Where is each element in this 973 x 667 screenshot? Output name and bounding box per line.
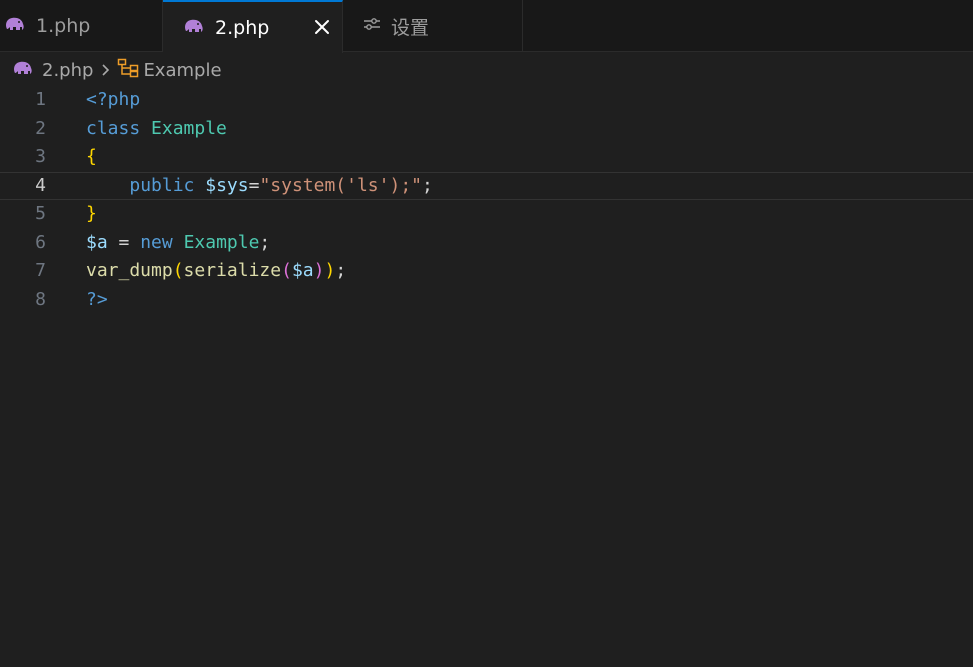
code-text: public $sys="system('ls');"; xyxy=(86,173,433,199)
code-text: { xyxy=(86,143,97,171)
code-text: ?> xyxy=(86,286,108,314)
code-token: = xyxy=(248,174,260,196)
code-token: ( xyxy=(281,260,292,281)
code-token: <?php xyxy=(86,89,141,110)
close-icon[interactable] xyxy=(312,17,332,37)
code-token: ; xyxy=(259,231,271,253)
code-text: var_dump(serialize($a)); xyxy=(86,257,346,285)
code-token: ) xyxy=(324,260,336,281)
code-text: $a = new Example; xyxy=(86,229,270,257)
code-line[interactable]: 2 class Example xyxy=(0,115,973,143)
line-number: 1 xyxy=(35,89,46,110)
line-number: 8 xyxy=(35,288,46,310)
php-elephant-icon xyxy=(4,15,26,37)
code-line[interactable]: 7 var_dump(serialize($a)); xyxy=(0,257,973,285)
breadcrumb-symbol-label: Example xyxy=(143,59,222,81)
code-token: public xyxy=(129,174,195,196)
line-number: 4 xyxy=(35,174,46,196)
code-line[interactable]: 5} xyxy=(0,200,973,228)
code-token: class xyxy=(86,117,141,139)
settings-sliders-icon xyxy=(363,15,381,37)
code-token: { xyxy=(86,146,97,167)
breadcrumb-file[interactable]: 2.php xyxy=(12,60,93,81)
tab-label: 1.php xyxy=(36,15,91,37)
code-token: $sys xyxy=(205,174,249,196)
code-text: } xyxy=(86,200,97,228)
tab-1-php[interactable]: 1.php xyxy=(0,0,163,52)
tab-2-php[interactable]: 2.php xyxy=(163,0,343,53)
code-line[interactable]: 1 <?php xyxy=(0,86,973,114)
code-token: $a xyxy=(86,231,108,253)
code-token: ) xyxy=(313,260,325,281)
code-line[interactable]: 8 ?> xyxy=(0,286,973,314)
code-editor[interactable]: 1 <?php 2 class Example 3{4 public $sys="sys… xyxy=(0,86,973,667)
line-number: 6 xyxy=(35,231,46,253)
line-number: 7 xyxy=(35,260,46,281)
php-elephant-icon xyxy=(12,60,34,81)
code-line[interactable]: 6 $a = new Example; xyxy=(0,229,973,257)
code-token: } xyxy=(86,203,97,224)
class-symbol-icon xyxy=(117,58,139,83)
code-token: ( xyxy=(172,260,184,281)
code-token: ; xyxy=(422,174,433,196)
line-number: 3 xyxy=(35,146,46,167)
code-token: "system('ls');" xyxy=(259,174,422,196)
code-token: var_dump xyxy=(86,260,173,281)
php-elephant-icon xyxy=(183,17,205,39)
tab-settings[interactable]: 设置 xyxy=(343,0,523,52)
code-token: Example xyxy=(183,231,260,253)
code-token: serialize xyxy=(183,260,282,281)
line-number: 5 xyxy=(35,203,46,224)
tab-label: 设置 xyxy=(391,16,430,39)
code-token: ?> xyxy=(86,288,108,310)
code-token: new xyxy=(140,231,173,253)
breadcrumb-symbol[interactable]: Example xyxy=(117,58,222,83)
code-text: class Example xyxy=(86,115,227,143)
code-line[interactable]: 3{ xyxy=(0,143,973,171)
code-token: ; xyxy=(335,260,347,281)
code-token: $a xyxy=(291,260,314,281)
breadcrumb: 2.php Example xyxy=(0,52,973,88)
breadcrumb-file-label: 2.php xyxy=(42,59,94,81)
code-text: <?php xyxy=(86,86,140,114)
line-number: 2 xyxy=(35,117,46,139)
chevron-right-icon xyxy=(101,62,111,78)
code-token: = xyxy=(107,231,141,253)
code-line[interactable]: 4 public $sys="system('ls');"; xyxy=(0,171,973,200)
tab-bar: 1.php 2.php 设置 xyxy=(0,0,973,53)
tab-label: 2.php xyxy=(215,16,270,39)
code-token: Example xyxy=(151,117,227,139)
